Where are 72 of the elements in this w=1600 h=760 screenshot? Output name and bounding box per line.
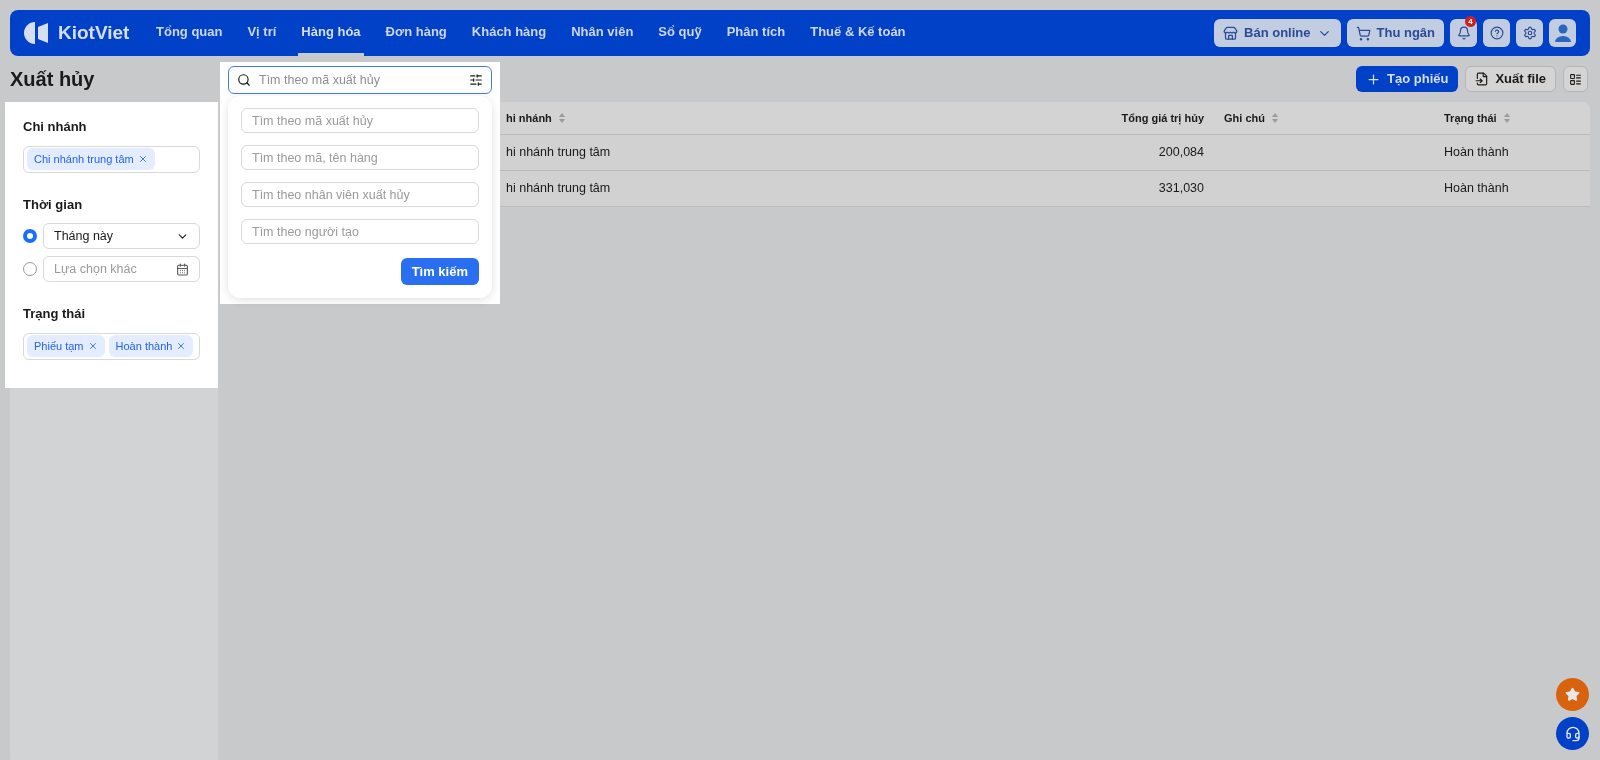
- headset-icon: [1564, 725, 1581, 742]
- search-bar[interactable]: Tìm theo mã xuất hủy: [228, 66, 492, 94]
- logo-icon: [24, 20, 50, 46]
- settings-button[interactable]: [1516, 19, 1543, 47]
- table-cell: Hoàn thành: [1444, 181, 1509, 196]
- date-field[interactable]: Lựa chọn khác: [43, 256, 200, 282]
- list-icon: [1569, 72, 1582, 86]
- remove-icon[interactable]: [137, 154, 148, 164]
- search-icon: [237, 73, 251, 87]
- table-cell: hi nhánh trung tâm: [506, 145, 611, 160]
- sort-icon[interactable]: [1502, 112, 1511, 124]
- nav-tab[interactable]: Khách hàng: [468, 10, 550, 56]
- bell-icon: [1456, 26, 1471, 40]
- notification-button[interactable]: 4: [1450, 19, 1477, 47]
- nav-tab[interactable]: Vị trí: [244, 10, 280, 56]
- settings-icon: [1522, 26, 1537, 40]
- sort-icon[interactable]: [1270, 112, 1279, 124]
- search-input[interactable]: Tìm theo mã xuất hủy: [241, 108, 479, 133]
- cart-icon: [1355, 25, 1371, 41]
- cashier-button[interactable]: Thu ngân: [1346, 19, 1444, 47]
- filter-label: Thời gian: [23, 195, 84, 214]
- star-icon: [1565, 687, 1580, 702]
- shop-icon: [1223, 25, 1239, 41]
- plus-icon: [1366, 71, 1382, 87]
- remove-icon[interactable]: [87, 341, 98, 351]
- sort-icon[interactable]: [557, 112, 566, 124]
- status-select[interactable]: Phiếu tạm Hoàn thành: [23, 332, 200, 360]
- search-input[interactable]: Tìm theo mã, tên hàng: [241, 145, 479, 170]
- column-header[interactable]: hi nhánh: [506, 109, 552, 127]
- columns-button[interactable]: [1563, 66, 1588, 92]
- support-button[interactable]: [1556, 717, 1589, 750]
- create-button[interactable]: Tạo phiếu: [1356, 66, 1459, 92]
- favorite-button[interactable]: [1556, 678, 1589, 711]
- filter-label: Chi nhánh: [23, 118, 88, 136]
- table-cell: 331,030: [1158, 181, 1204, 196]
- radio-button[interactable]: [23, 229, 37, 243]
- filter-tag: Chi nhánh trung tâm: [27, 147, 155, 171]
- help-icon: [1489, 26, 1504, 40]
- nav-tab[interactable]: Sổ quỹ: [655, 10, 705, 56]
- logo-text: KiotViet: [58, 20, 130, 45]
- table-cell: hi nhánh trung tâm: [506, 181, 611, 196]
- help-button[interactable]: [1483, 19, 1510, 47]
- avatar-icon: [1553, 23, 1572, 43]
- table-cell: Hoàn thành: [1444, 145, 1509, 160]
- export-icon: [1475, 72, 1490, 86]
- filter-tag: Hoàn thành: [108, 334, 194, 358]
- page-title: Xuất hủy: [10, 67, 95, 92]
- calendar-icon: [176, 262, 189, 276]
- nav-tab[interactable]: Nhân viên: [568, 10, 637, 56]
- export-button[interactable]: Xuất file: [1465, 66, 1556, 92]
- filter-icon[interactable]: [469, 73, 483, 87]
- search-input[interactable]: Tìm theo nhân viên xuất hủy: [241, 182, 479, 207]
- filter-label: Trạng thái: [23, 305, 87, 323]
- column-header[interactable]: Tổng giá trị hủy: [1121, 109, 1204, 127]
- period-dropdown[interactable]: Tháng này: [43, 223, 200, 249]
- nav-tab[interactable]: Thuế & Kế toán: [807, 10, 909, 56]
- filter-tag: Phiếu tạm: [27, 334, 105, 358]
- notification-badge: 4: [1465, 16, 1476, 27]
- search-button[interactable]: Tìm kiếm: [400, 258, 479, 285]
- nav-tab[interactable]: Tổng quan: [153, 10, 226, 56]
- remove-icon[interactable]: [176, 341, 187, 351]
- column-header[interactable]: Trạng thái: [1444, 109, 1497, 127]
- nav-tab[interactable]: Hàng hóa: [298, 10, 364, 56]
- table-cell: 200,084: [1158, 145, 1204, 160]
- search-field[interactable]: Tìm theo mã xuất hủy: [259, 70, 461, 90]
- account-button[interactable]: [1549, 19, 1576, 47]
- branch-select[interactable]: Chi nhánh trung tâm: [23, 145, 200, 173]
- search-input[interactable]: Tìm theo người tạo: [241, 219, 479, 244]
- online-sales-button[interactable]: Bán online: [1214, 19, 1341, 47]
- column-header[interactable]: Ghi chú: [1224, 109, 1265, 127]
- nav-tab[interactable]: Đơn hàng: [382, 10, 450, 56]
- nav-tab[interactable]: Phân tích: [723, 10, 789, 56]
